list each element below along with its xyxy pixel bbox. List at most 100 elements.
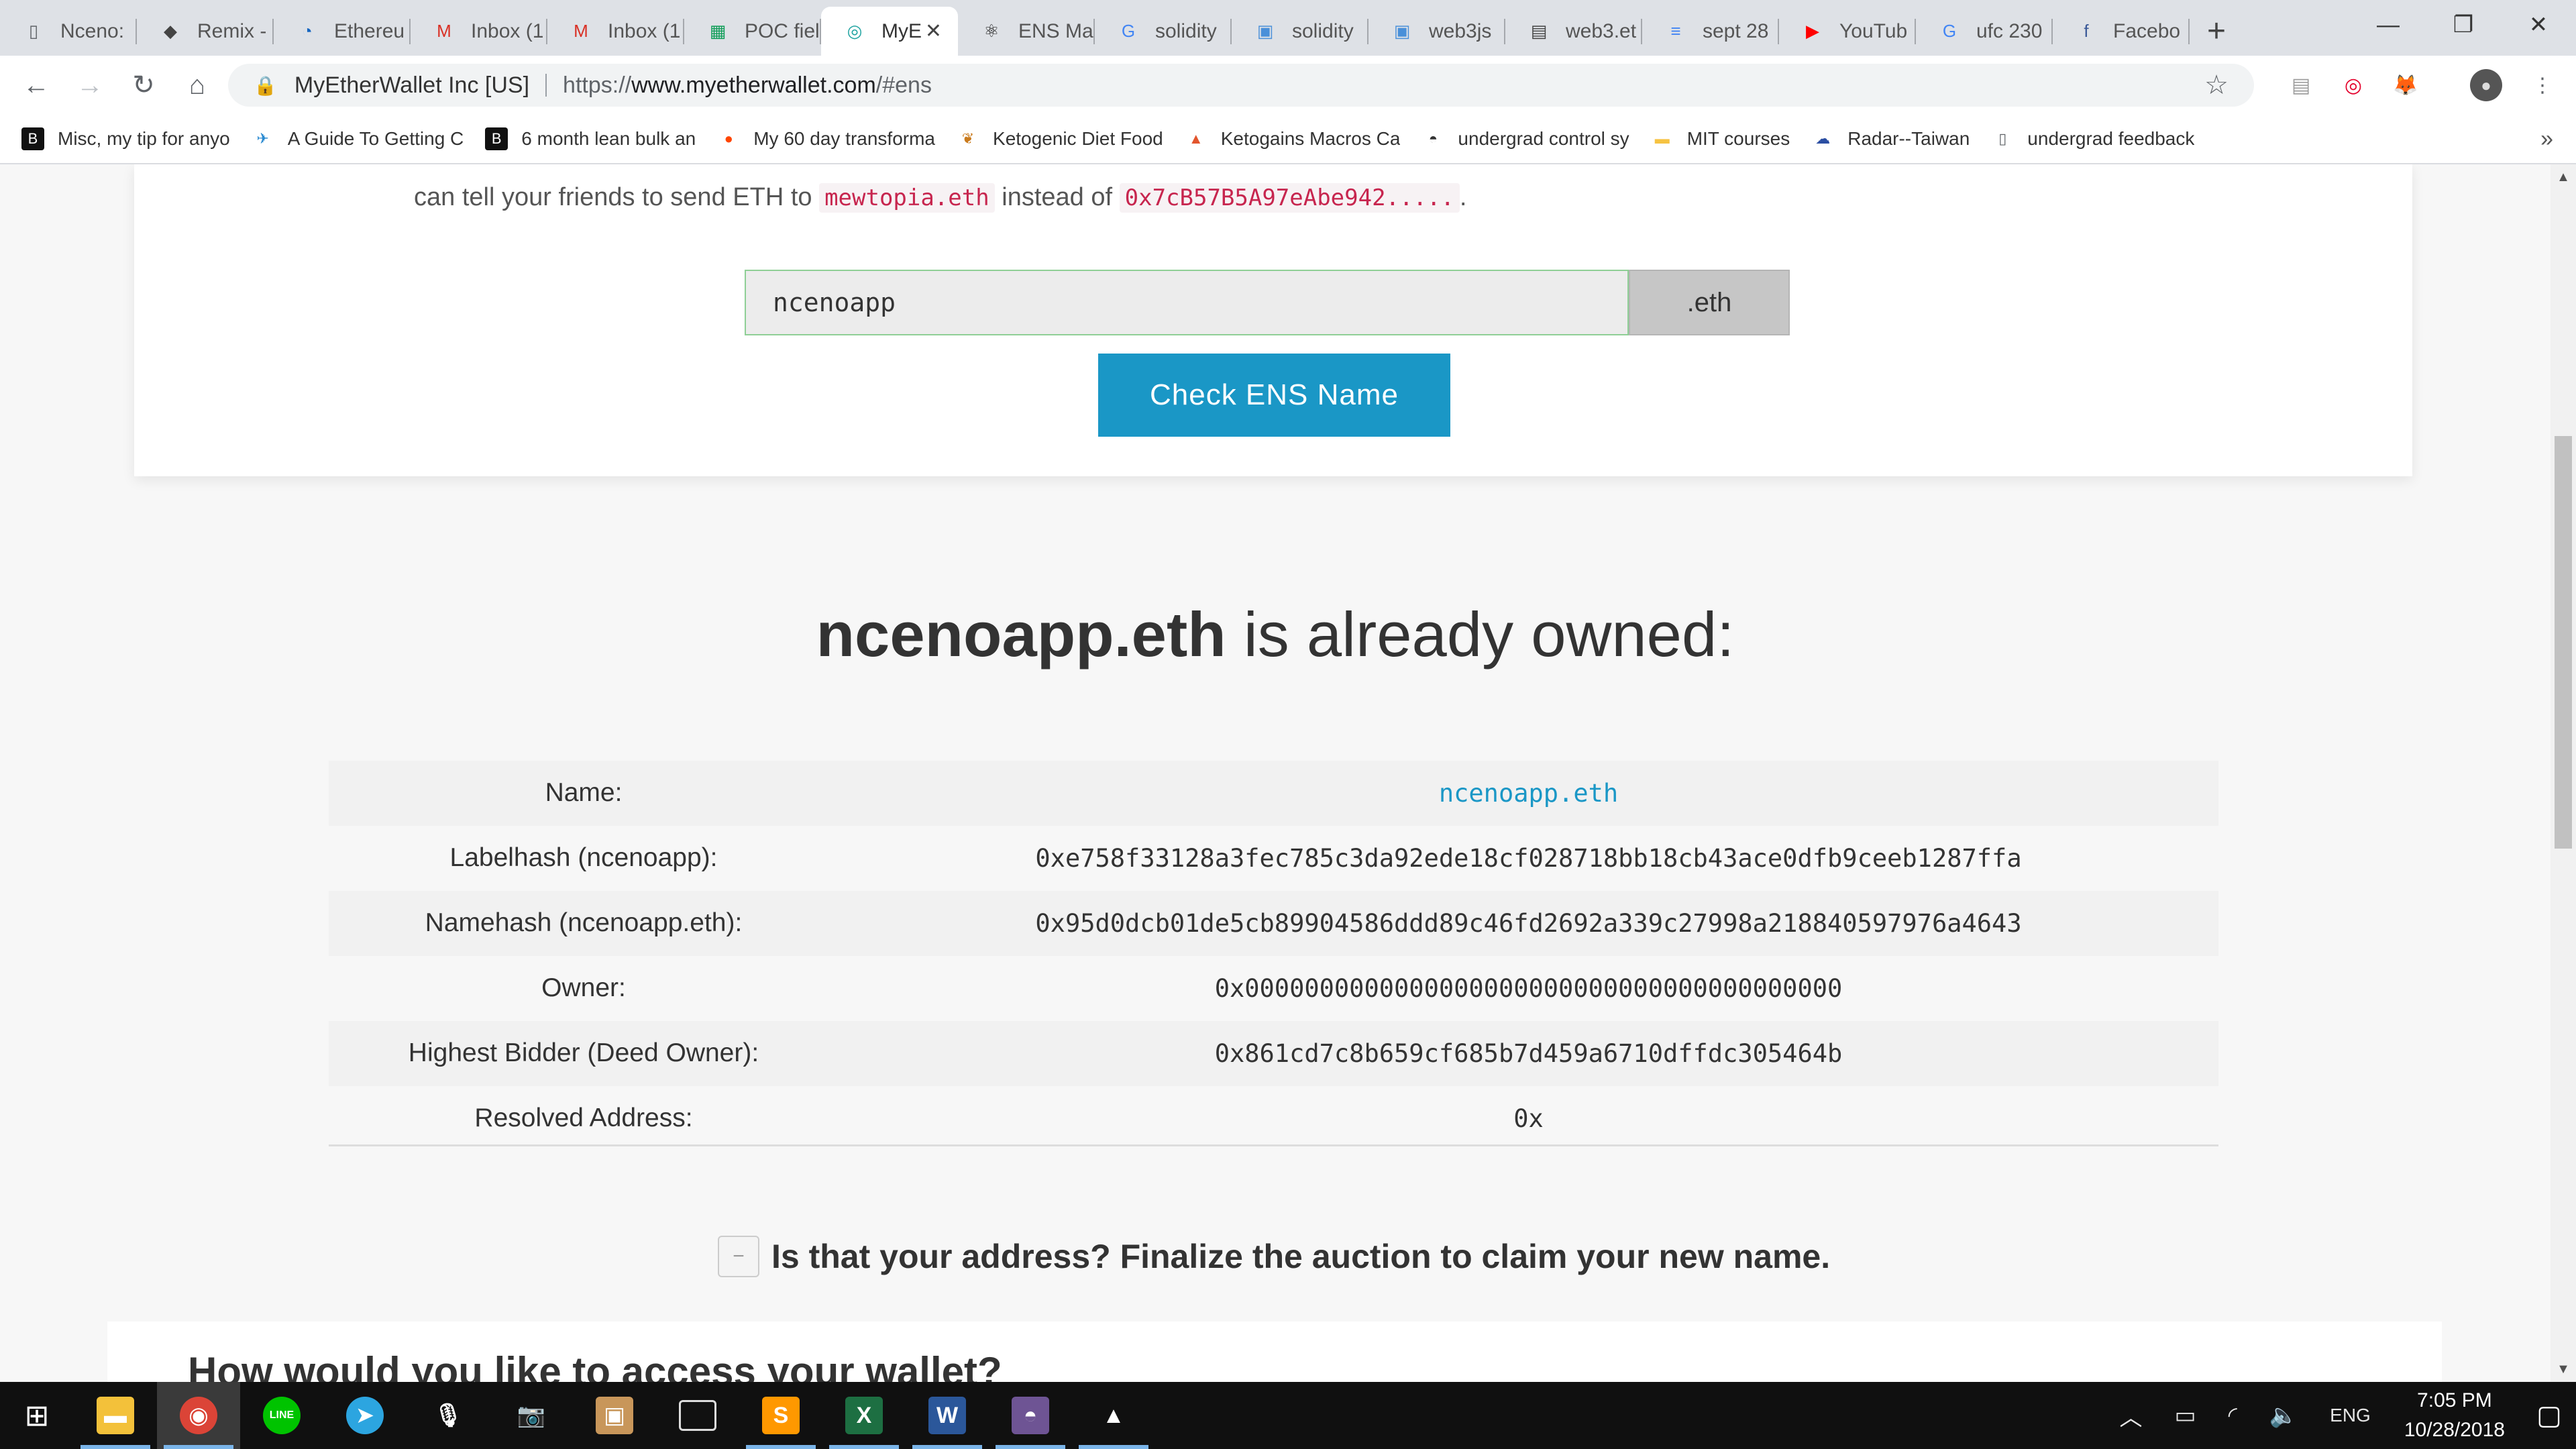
notification-center-icon[interactable]: ▢ [2522,1400,2576,1431]
bookmark-item[interactable]: ● My 60 day transforma [717,127,935,150]
clock[interactable]: 7:05 PM 10/28/2018 [2404,1386,2505,1445]
battery-icon[interactable]: ▭ [2175,1402,2196,1429]
result-heading-suffix: is already owned: [1243,599,1735,669]
taskbar-app[interactable]: 🎙 [407,1382,490,1449]
leaf-icon: ❦ [961,130,975,147]
ens-intro-text: can tell your friends to send ETH to mew… [414,183,1466,213]
scrollbar-thumb[interactable] [2555,436,2572,849]
tab-label: Facebo [2113,19,2181,42]
taskbar-app[interactable]: S [739,1382,822,1449]
tab-3[interactable]: ◔ Ethereu [274,7,411,56]
forward-button[interactable]: → [63,58,117,112]
back-button[interactable]: ← [9,58,63,112]
telegram-icon: ➤ [346,1397,384,1434]
pdf-extension-icon[interactable]: ▤ [2288,72,2314,99]
bookmark-item[interactable]: B 6 month lean bulk an [485,127,696,150]
tab-11[interactable]: ▣ web3js [1368,7,1505,56]
bookmarks-bar: B Misc, my tip for anyo ✈ A Guide To Gettin… [0,115,2576,164]
taskbar-app[interactable]: LINE [240,1382,323,1449]
tab-14[interactable]: ▶ YouTub [1779,7,1916,56]
taskbar-app[interactable]: 📷 [490,1382,573,1449]
chrome-icon: ◉ [180,1397,217,1434]
taskbar-app[interactable]: W [906,1382,989,1449]
close-tab-icon[interactable]: ✕ [925,19,942,43]
tab-5[interactable]: M Inbox (1 [547,7,684,56]
bookmark-star-icon[interactable]: ☆ [2204,70,2229,101]
tab-15[interactable]: Gufc 230 [1916,7,2053,56]
tab-4[interactable]: M Inbox (1 [411,7,547,56]
bookmark-label: MIT courses [1686,128,1790,149]
result-heading: ncenoapp.eth is already owned: [0,598,2551,671]
tab-16[interactable]: f Facebo [2053,7,2190,56]
taskbar-app[interactable]: ▬ [74,1382,157,1449]
bookmark-item[interactable]: ▯ undergrad feedback [1991,127,2194,150]
table-row: Namehash (ncenoapp.eth): 0x95d0dcb01de5cb… [329,891,2218,956]
tab-8[interactable]: ⚛ ENS Ma [958,7,1095,56]
new-tab-button[interactable]: + [2190,7,2243,56]
row-value[interactable]: ncenoapp.eth [839,779,2218,808]
taskbar-app[interactable]: ➤ [323,1382,407,1449]
metamask-extension-icon[interactable]: 🦊 [2392,72,2419,99]
taskbar-app[interactable] [656,1382,739,1449]
tab-2[interactable]: ◆ Remix - [137,7,274,56]
row-label: Highest Bidder (Deed Owner): [408,1038,759,1067]
row-value: 0x95d0dcb01de5cb89904586ddd89c46fd2692a3… [1035,908,2022,938]
terminal-icon [679,1400,716,1431]
opera-extension-icon[interactable]: ◎ [2340,72,2367,99]
bookmark-item[interactable]: ✈ A Guide To Getting C [252,127,464,150]
browser-menu-icon[interactable]: ⋮ [2529,72,2556,99]
bookmark-item[interactable]: B Misc, my tip for anyo [21,127,230,150]
taskbar-app[interactable]: ◓ [989,1382,1072,1449]
tab-label: solidity [1155,19,1217,42]
page-scrollbar[interactable]: ▲ ▼ [2551,164,2576,1382]
weather-icon: ☁ [1815,130,1831,147]
address-bar[interactable]: 🔒 MyEtherWallet Inc [US] https:// www.my… [228,64,2254,107]
react-icon: ⚛ [983,21,1000,41]
bookmark-item[interactable]: ▬ MIT courses [1651,127,1790,150]
tab-12[interactable]: ▤ web3.et [1505,7,1642,56]
tab-7[interactable]: ◎ MyE ✕ [821,7,958,56]
check-ens-name-button[interactable]: Check ENS Name [1098,354,1450,437]
wifi-icon[interactable]: ◜ [2229,1402,2237,1429]
input-language[interactable]: ENG [2330,1405,2371,1426]
tab-13[interactable]: ≡ sept 28 [1642,7,1779,56]
folder-icon: ▬ [1654,130,1670,147]
taskbar-app[interactable]: ▲ [1072,1382,1155,1449]
bookmark-item[interactable]: ◓ undergrad control sy [1421,127,1629,150]
row-value: 0x00000000000000000000000000000000000000… [1214,973,1843,1003]
minimize-button[interactable]: — [2351,0,2426,50]
start-button[interactable]: ⊞ [0,1382,74,1449]
row-value: 0xe758f33128a3fec785c3da92ede18cf028718b… [1035,843,2022,873]
url-host: www.myetherwallet.com [631,72,876,98]
profile-avatar[interactable]: ● [2470,69,2502,101]
tab-9[interactable]: Gsolidity [1095,7,1232,56]
row-value: 0x861cd7c8b659cf685b7d459a6710dffdc30546… [1214,1038,1843,1068]
bookmark-label: undergrad feedback [2027,128,2195,149]
home-button[interactable]: ⌂ [170,58,224,112]
scroll-up-arrow[interactable]: ▲ [2551,164,2576,190]
camera-icon: 📷 [517,1403,546,1428]
collapse-toggle-button[interactable]: − [718,1236,759,1277]
tab-10[interactable]: ▣ solidity [1232,7,1368,56]
taskbar-app[interactable]: X [822,1382,906,1449]
close-window-button[interactable]: ✕ [2501,0,2576,50]
restore-button[interactable]: ❐ [2426,0,2501,50]
ens-name-input[interactable]: ncenoapp [745,270,1629,335]
ethereum-icon: ◆ [164,21,177,41]
show-hidden-icons-icon[interactable]: ︿ [2120,1399,2143,1432]
table-divider [329,1144,2218,1146]
reload-button[interactable]: ↻ [117,58,170,112]
site-identity: MyEtherWallet Inc [US] [294,72,530,98]
eth-docs-icon: ▣ [1393,21,1411,41]
sheets-icon: ▦ [709,21,727,41]
tab-6[interactable]: ▦ POC fiel [684,7,821,56]
scroll-down-arrow[interactable]: ▼ [2551,1356,2576,1382]
more-bookmarks-icon[interactable]: » [2540,126,2553,152]
taskbar-app[interactable]: ▣ [573,1382,656,1449]
taskbar-app[interactable]: ◉ [157,1382,240,1449]
bookmark-item[interactable]: ❦ Ketogenic Diet Food [957,127,1163,150]
tab-1[interactable]: ▯ Nceno: [0,7,137,56]
volume-icon[interactable]: 🔈 [2269,1402,2298,1429]
bookmark-item[interactable]: ▲ Ketogains Macros Ca [1185,127,1401,150]
bookmark-item[interactable]: ☁ Radar--Taiwan [1811,127,1970,150]
